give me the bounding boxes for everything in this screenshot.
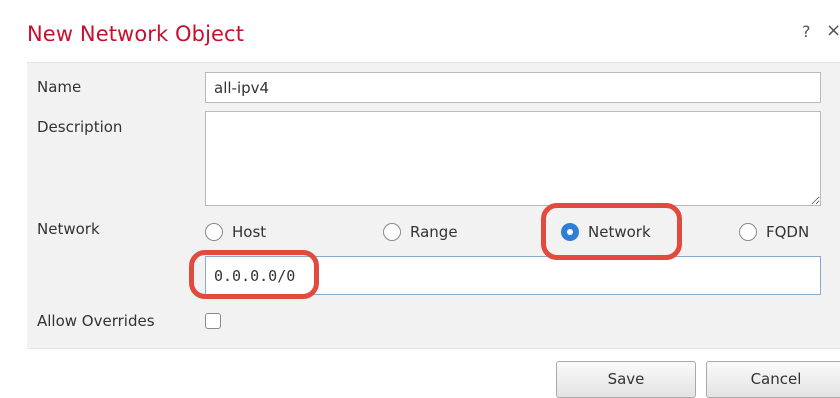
- name-input[interactable]: [205, 72, 821, 103]
- radio-fqdn-label[interactable]: FQDN: [766, 223, 809, 241]
- description-label: Description: [37, 118, 123, 136]
- allow-overrides-checkbox[interactable]: [205, 313, 221, 329]
- radio-range-label[interactable]: Range: [410, 223, 458, 241]
- description-textarea[interactable]: [205, 111, 821, 206]
- radio-host[interactable]: Host: [205, 219, 266, 245]
- radio-network-label[interactable]: Network: [588, 223, 651, 241]
- radio-fqdn[interactable]: FQDN: [739, 219, 809, 245]
- allow-overrides-label: Allow Overrides: [37, 312, 155, 330]
- cancel-button[interactable]: Cancel: [706, 361, 840, 398]
- radio-fqdn-circle[interactable]: [739, 223, 757, 241]
- name-label: Name: [37, 78, 82, 96]
- help-icon[interactable]: ?: [802, 22, 811, 41]
- network-label: Network: [37, 220, 100, 238]
- radio-host-label[interactable]: Host: [232, 223, 266, 241]
- network-value-input[interactable]: [205, 256, 821, 295]
- dialog-title: New Network Object: [27, 22, 245, 46]
- radio-network-circle[interactable]: [561, 223, 579, 241]
- radio-range[interactable]: Range: [383, 219, 458, 245]
- save-button[interactable]: Save: [556, 361, 696, 398]
- close-icon[interactable]: ×: [826, 20, 840, 41]
- radio-host-circle[interactable]: [205, 223, 223, 241]
- radio-range-circle[interactable]: [383, 223, 401, 241]
- radio-network[interactable]: Network: [561, 219, 651, 245]
